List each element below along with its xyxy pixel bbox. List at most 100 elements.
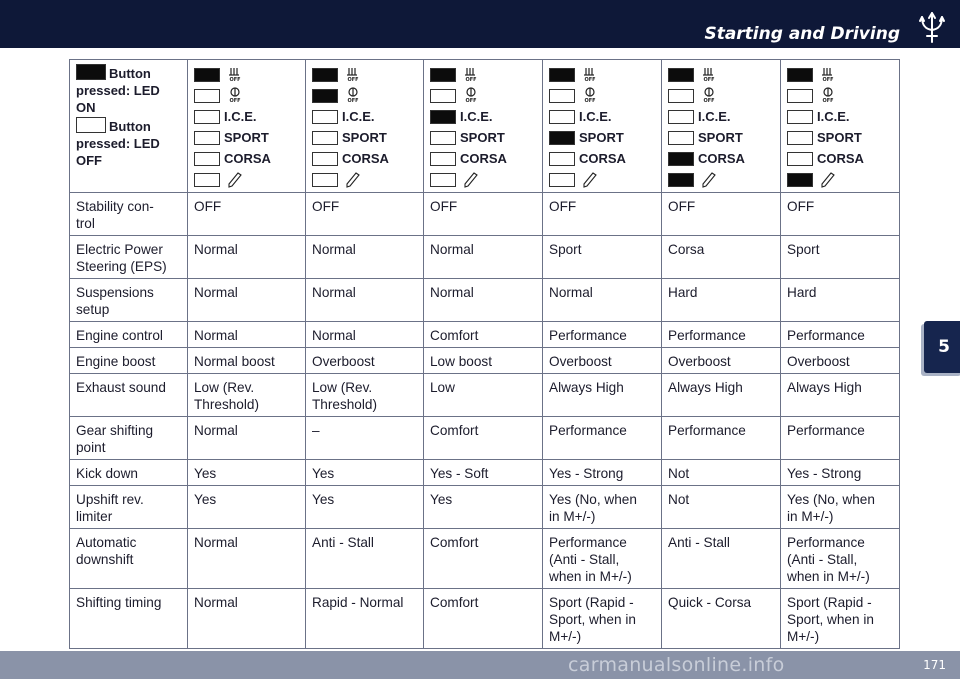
led-on: [430, 109, 456, 124]
table-cell: Comfort: [423, 321, 543, 348]
row-label: Engine control: [69, 321, 188, 348]
table-row: Automatic downshift Normal Anti - Stall Com…: [69, 528, 900, 589]
led-off: [194, 151, 220, 166]
mode-led-row: OFF: [430, 85, 536, 106]
mode-led-row: SPORT: [787, 127, 893, 148]
table-cell: Not: [661, 459, 781, 486]
row-label: Engine boost: [69, 347, 188, 374]
mode-led-row: SPORT: [668, 127, 774, 148]
eps-off-icon: OFF: [703, 86, 715, 103]
mode-led-row: [668, 169, 774, 190]
svg-text:OFF: OFF: [584, 77, 595, 82]
led-on-swatch: [76, 64, 106, 80]
led-off: [312, 130, 338, 145]
mode-column-header: OFF OFF I.C.E. SPORT CORSA: [305, 59, 424, 193]
chapter-tab[interactable]: 5: [924, 321, 960, 373]
table-cell: Not: [661, 485, 781, 529]
led-off: [194, 109, 220, 124]
table-row: Engine control Normal Normal Comfort Perform…: [69, 321, 900, 348]
led-on: [312, 67, 338, 82]
led-on: [787, 67, 813, 82]
led-on: [194, 67, 220, 82]
table-cell: Always High: [542, 373, 662, 417]
table-cell: Normal: [305, 321, 424, 348]
table-cell: Normal: [305, 278, 424, 322]
table-cell: Sport (Rapid - Sport, when in M+/-): [542, 588, 662, 649]
eps-off-icon: OFF: [822, 86, 834, 103]
table-cell: Normal: [187, 235, 306, 279]
pen-icon: [702, 171, 716, 188]
table-cell: Normal: [187, 321, 306, 348]
table-row: Electric Power Steering (EPS) Normal Norma…: [69, 235, 900, 279]
table-cell: Yes (No, when in M+/-): [542, 485, 662, 529]
led-off: [312, 151, 338, 166]
led-off: [787, 151, 813, 166]
led-off: [430, 151, 456, 166]
mode-led-row: OFF: [549, 85, 655, 106]
mode-led-row: CORSA: [549, 148, 655, 169]
svg-text:OFF: OFF: [229, 98, 240, 103]
led-off: [668, 109, 694, 124]
mode-label-sport: SPORT: [460, 130, 505, 145]
table-cell: Normal: [305, 235, 424, 279]
table-cell: Quick - Corsa: [661, 588, 781, 649]
mode-label-corsa: CORSA: [698, 151, 745, 166]
mode-column-header: OFF OFF I.C.E. SPORT CORSA: [423, 59, 543, 193]
led-off: [668, 88, 694, 103]
led-off: [787, 130, 813, 145]
mode-column-header: OFF OFF I.C.E. SPORT CORSA: [661, 59, 781, 193]
mode-label-ice: I.C.E.: [698, 109, 731, 124]
svg-text:OFF: OFF: [347, 98, 358, 103]
watermark: carmanualsonline.info: [568, 654, 785, 676]
mode-led-panel: OFF OFF I.C.E. SPORT CORSA: [787, 64, 893, 190]
table-cell: Yes - Strong: [780, 459, 900, 486]
mode-led-row: OFF: [668, 64, 774, 85]
table-row: Upshift rev. limiter Yes Yes Yes Yes (No, wh…: [69, 485, 900, 529]
led-off: [194, 172, 220, 187]
table-cell: Normal: [542, 278, 662, 322]
table-cell: Normal boost: [187, 347, 306, 374]
led-off: [194, 88, 220, 103]
pen-icon: [464, 171, 478, 188]
table-cell: Normal: [187, 278, 306, 322]
mode-led-panel: OFF OFF I.C.E. SPORT CORSA: [312, 64, 417, 190]
table-cell: –: [305, 416, 424, 460]
table-cell: Low (Rev. Threshold): [305, 373, 424, 417]
svg-text:OFF: OFF: [347, 77, 358, 82]
svg-text:OFF: OFF: [822, 98, 833, 103]
led-off: [668, 130, 694, 145]
mode-label-sport: SPORT: [817, 130, 862, 145]
mode-label-ice: I.C.E.: [817, 109, 850, 124]
table-cell: Overboost: [305, 347, 424, 374]
table-cell: Yes - Soft: [423, 459, 543, 486]
table-cell: Sport: [780, 235, 900, 279]
eps-off-icon: OFF: [229, 86, 241, 103]
row-label: Kick down: [69, 459, 188, 486]
table-cell: OFF: [661, 192, 781, 236]
led-off: [549, 88, 575, 103]
page-footer: carmanualsonline.info 171: [0, 651, 960, 679]
led-off: [430, 130, 456, 145]
table-cell: Normal: [423, 278, 543, 322]
led-off: [549, 172, 575, 187]
led-off: [549, 151, 575, 166]
mode-led-row: OFF: [312, 85, 417, 106]
table-cell: Performance: [661, 416, 781, 460]
led-off: [549, 109, 575, 124]
table-row: Gear shifting point Normal – Comfort Perform…: [69, 416, 900, 460]
table-cell: Hard: [661, 278, 781, 322]
mode-led-row: SPORT: [194, 127, 299, 148]
table-cell: Performance: [780, 321, 900, 348]
table-cell: Normal: [187, 528, 306, 589]
mode-led-panel: OFF OFF I.C.E. SPORT CORSA: [668, 64, 774, 190]
svg-text:OFF: OFF: [703, 77, 714, 82]
mode-led-row: OFF: [194, 85, 299, 106]
mode-label-sport: SPORT: [342, 130, 387, 145]
led-off: [787, 88, 813, 103]
table-row: Exhaust sound Low (Rev. Threshold) Low (Re…: [69, 373, 900, 417]
mode-label-corsa: CORSA: [579, 151, 626, 166]
table-cell: Performance: [780, 416, 900, 460]
table-cell: Corsa: [661, 235, 781, 279]
svg-text:OFF: OFF: [465, 77, 476, 82]
mode-led-row: CORSA: [668, 148, 774, 169]
